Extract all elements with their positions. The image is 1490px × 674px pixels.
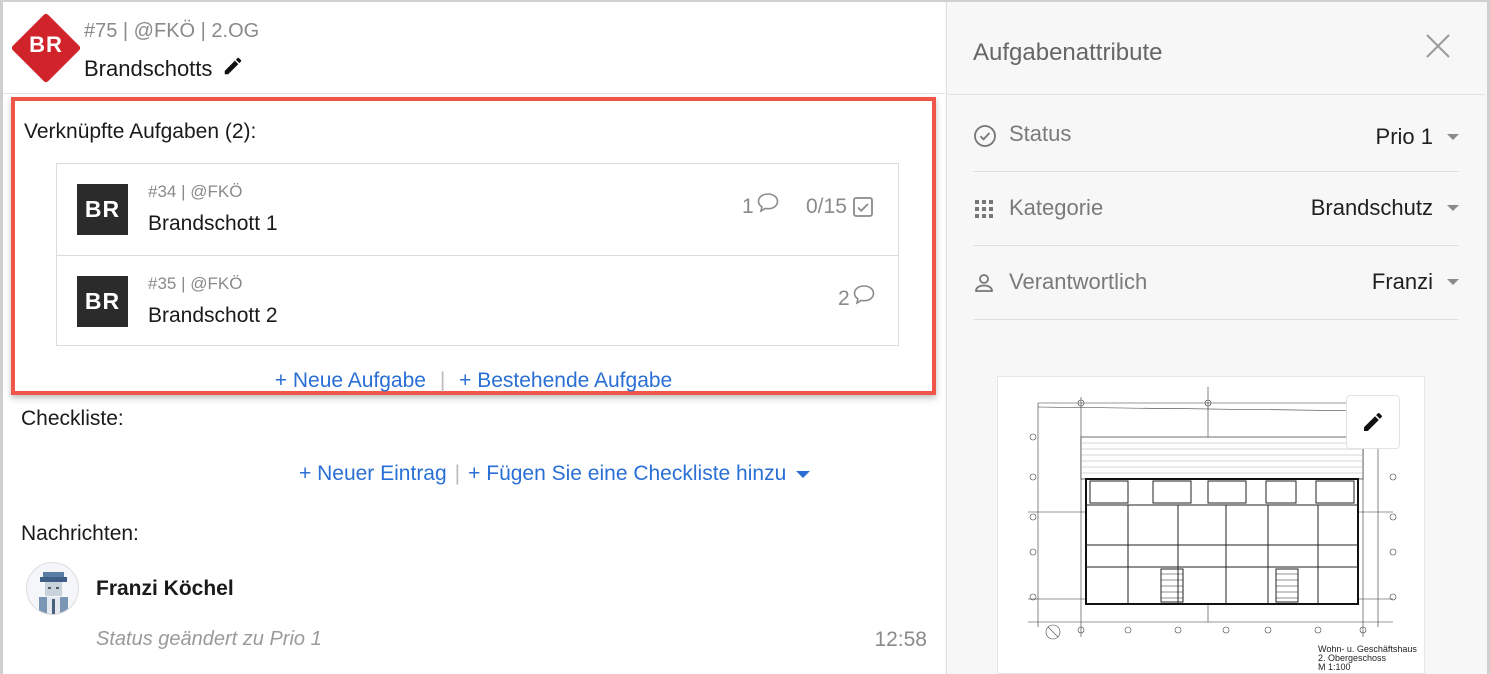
category-dropdown[interactable]: Brandschutz [1311, 195, 1459, 221]
task-title-text: Brandschotts [84, 56, 213, 81]
separator: | [454, 462, 461, 485]
checklist-count-value: 0/15 [806, 195, 847, 218]
category-value: Brandschutz [1310, 195, 1433, 220]
edit-title-icon[interactable] [222, 55, 244, 83]
linked-tasks-section: Verknüpfte Aufgaben (2): BR #34 | @FKÖ B… [11, 97, 936, 395]
task-badge: BR [77, 276, 128, 327]
person-icon [973, 272, 995, 299]
existing-task-link[interactable]: + Bestehende Aufgabe [459, 369, 672, 392]
task-badge: BR [77, 184, 128, 235]
floor-plan-thumbnail[interactable]: Wohn- u. Geschäftshaus 2. Obergeschoss M… [997, 376, 1425, 674]
messages-title: Nachrichten: [21, 522, 139, 545]
comment-count: 1 [742, 193, 780, 219]
attributes-panel: Aufgabenattribute Status Prio 1 Kategori… [946, 2, 1485, 674]
comment-icon [757, 193, 778, 213]
linked-task-name: Brandschott 2 [148, 304, 278, 327]
message-timestamp: 12:58 [874, 628, 927, 651]
pencil-icon [1364, 412, 1383, 431]
edit-plan-button[interactable] [1346, 395, 1400, 449]
task-meta: #75 | @FKÖ | 2.OG [84, 20, 260, 42]
linked-task-meta: #35 | @FKÖ [148, 274, 243, 293]
chevron-down-icon [1447, 205, 1459, 211]
attribute-responsible: Verantwortlich Franzi [973, 246, 1459, 320]
plan-caption: Wohn- u. Geschäftshaus 2. Obergeschoss M… [1318, 645, 1417, 672]
status-label: Status [1009, 121, 1072, 146]
linked-task-item[interactable]: BR #34 | @FKÖ Brandschott 1 1 0/15 [57, 164, 898, 255]
comment-count: 2 [838, 285, 876, 311]
separator: | [439, 369, 446, 392]
comment-count-value: 2 [838, 287, 850, 310]
responsible-label: Verantwortlich [1009, 269, 1148, 294]
add-checklist-link[interactable]: + Fügen Sie eine Checkliste hinzu [468, 462, 786, 486]
linked-task-actions: + Neue Aufgabe | + Bestehende Aufgabe [15, 369, 932, 393]
attributes-header: Aufgabenattribute [947, 2, 1485, 95]
chevron-down-icon [1447, 279, 1459, 285]
linked-tasks-title: Verknüpfte Aufgaben (2): [24, 120, 257, 143]
check-circle-icon [973, 124, 997, 153]
task-detail-panel: BR #75 | @FKÖ | 2.OG Brandschotts Verknü… [3, 2, 945, 674]
message-author: Franzi Köchel [96, 577, 234, 600]
status-value: Prio 1 [1375, 124, 1433, 149]
checkbox-icon [852, 197, 873, 217]
attribute-category: Kategorie Brandschutz [973, 172, 1459, 246]
category-label: Kategorie [1009, 195, 1104, 220]
plan-caption-line: M 1:100 [1318, 662, 1351, 672]
checklist-actions: + Neuer Eintrag | + Fügen Sie eine Check… [299, 462, 811, 486]
comment-count-value: 1 [742, 195, 754, 218]
chevron-down-icon[interactable] [796, 470, 811, 478]
new-entry-link[interactable]: + Neuer Eintrag [299, 462, 447, 486]
new-task-link[interactable]: + Neue Aufgabe [275, 369, 426, 392]
attribute-status: Status Prio 1 [973, 98, 1459, 172]
message-text: Status geändert zu Prio 1 [96, 628, 322, 650]
linked-task-item[interactable]: BR #35 | @FKÖ Brandschott 2 2 [57, 255, 898, 346]
avatar [26, 562, 79, 615]
linked-task-meta: #34 | @FKÖ [148, 182, 243, 201]
checklist-title: Checkliste: [21, 407, 124, 430]
task-header: BR #75 | @FKÖ | 2.OG Brandschotts [3, 2, 945, 94]
checklist-count: 0/15 [806, 195, 875, 219]
close-icon[interactable] [1425, 33, 1451, 64]
linked-task-name: Brandschott 1 [148, 212, 278, 235]
status-dropdown[interactable]: Prio 1 [1376, 124, 1459, 150]
responsible-dropdown[interactable]: Franzi [1372, 269, 1459, 295]
comment-icon [853, 285, 874, 305]
chevron-down-icon [1447, 134, 1459, 140]
grid-icon [973, 198, 995, 225]
attributes-title: Aufgabenattribute [973, 39, 1163, 66]
linked-tasks-list: BR #34 | @FKÖ Brandschott 1 1 0/15 BR #3… [56, 163, 899, 346]
task-title[interactable]: Brandschotts [84, 55, 244, 83]
category-badge-text: BR [29, 32, 63, 57]
responsible-value: Franzi [1371, 269, 1433, 294]
